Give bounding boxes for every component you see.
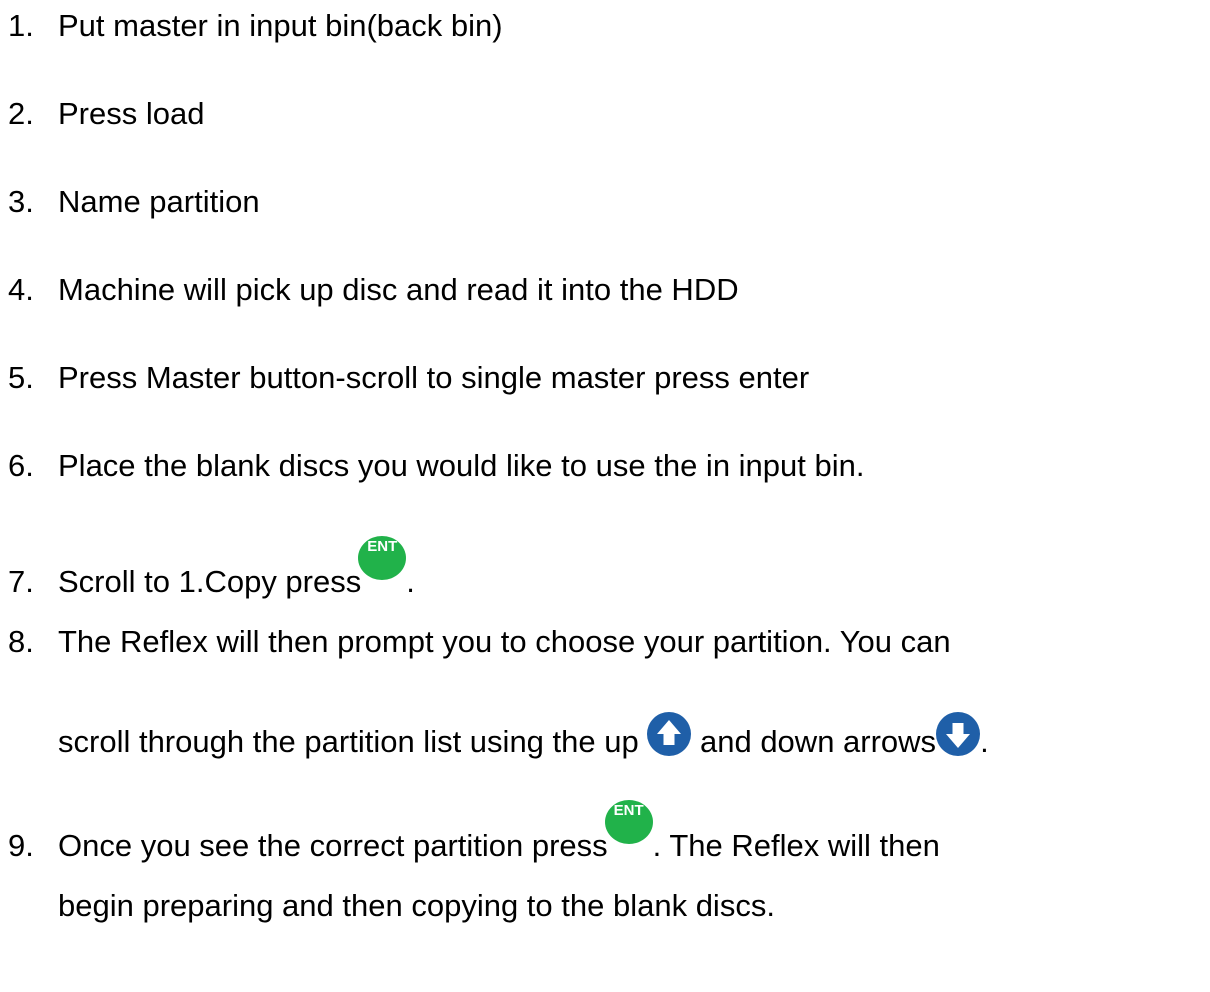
step-text: scroll through the partition list using …: [58, 724, 639, 759]
step-6: 6. Place the blank discs you would like t…: [8, 448, 864, 484]
step-text-end: .: [406, 564, 415, 599]
step-number: 4.: [8, 272, 34, 307]
step-text: Press load: [58, 96, 205, 131]
ent-label: ENT: [613, 802, 644, 819]
step-text: Put master in input bin(back bin): [58, 8, 503, 43]
step-number: 6.: [8, 448, 34, 483]
step-9-continued: begin preparing and then copying to the …: [58, 888, 775, 924]
step-number: 5.: [8, 360, 34, 395]
step-text: Scroll to 1.Copy press: [58, 564, 362, 599]
step-8: 8. The Reflex will then prompt you to cho…: [8, 624, 951, 660]
step-text: Place the blank discs you would like to …: [58, 448, 865, 483]
ent-button-icon: ENT: [604, 800, 653, 844]
step-number: 8.: [8, 624, 34, 659]
step-4: 4. Machine will pick up disc and read it …: [8, 272, 739, 308]
step-number: 1.: [8, 8, 34, 43]
step-number: 2.: [8, 96, 34, 131]
up-arrow-icon: [647, 712, 692, 756]
step-1: 1. Put master in input bin(back bin): [8, 8, 503, 44]
step-3: 3. Name partition: [8, 184, 260, 220]
step-text: begin preparing and then copying to the …: [58, 888, 775, 923]
step-text: Press Master button-scroll to single mas…: [58, 360, 810, 395]
down-arrow-icon: [936, 712, 981, 756]
step-text: Once you see the correct partition press: [58, 828, 608, 863]
step-text: The Reflex will then prompt you to choos…: [58, 624, 951, 659]
step-text-end: .: [980, 724, 989, 759]
step-number: 7.: [8, 564, 34, 599]
step-9: 9. Once you see the correct partition pre…: [8, 800, 940, 864]
step-text: Name partition: [58, 184, 260, 219]
step-text-end: . The Reflex will then: [652, 828, 940, 863]
step-number: 9.: [8, 828, 34, 863]
ent-label: ENT: [367, 538, 398, 555]
step-text: Machine will pick up disc and read it in…: [58, 272, 739, 307]
step-7: 7. Scroll to 1.Copy press ENT.: [8, 536, 415, 600]
step-8-continued: scroll through the partition list using …: [58, 712, 989, 760]
step-5: 5. Press Master button-scroll to single m…: [8, 360, 809, 396]
step-number: 3.: [8, 184, 34, 219]
step-2: 2. Press load: [8, 96, 204, 132]
ent-button-icon: ENT: [358, 536, 407, 580]
step-text-middle: and down arrows: [699, 724, 937, 759]
